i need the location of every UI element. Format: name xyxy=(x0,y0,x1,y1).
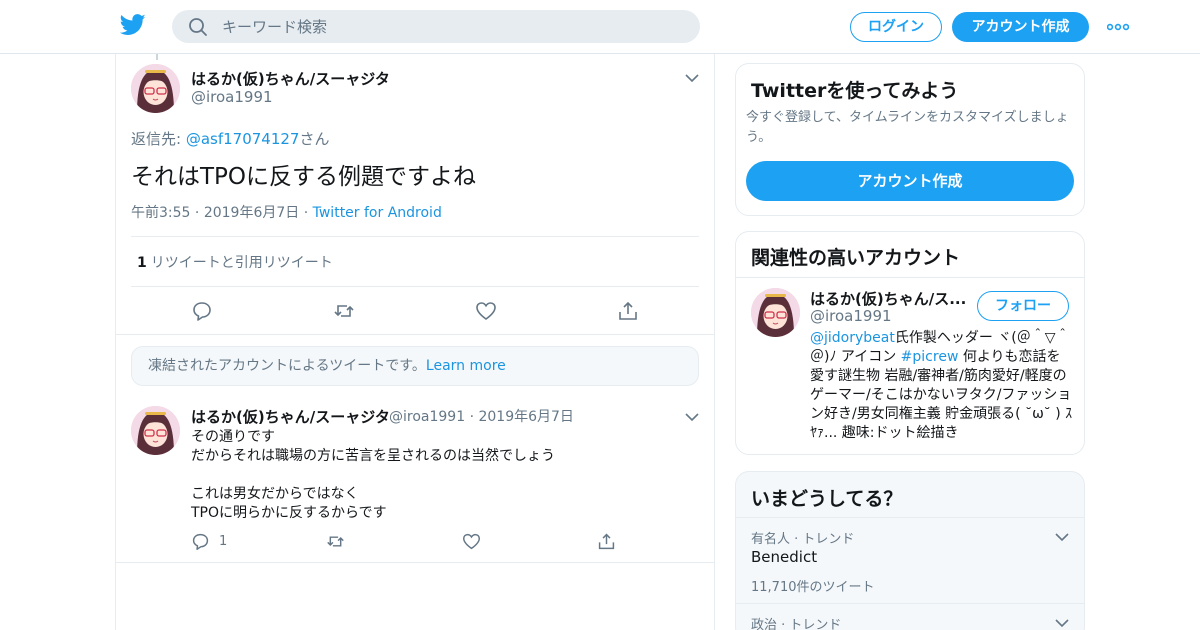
divider xyxy=(131,286,699,287)
reply-author-handle[interactable]: @iroa1991 · 2019年6月7日 xyxy=(389,406,574,426)
reply-to-suffix: さん xyxy=(299,130,330,148)
tweet-author-handle[interactable]: @iroa1991 xyxy=(191,88,273,106)
thread-connector-line xyxy=(156,54,158,60)
top-navigation-bar: ログイン アカウント作成 xyxy=(0,0,1200,54)
reply-icon[interactable] xyxy=(191,300,213,322)
divider xyxy=(736,277,1084,278)
tweet-time[interactable]: 午前3:55 xyxy=(131,205,190,221)
twitter-bird-icon[interactable] xyxy=(120,13,146,37)
like-heart-icon[interactable] xyxy=(462,532,481,551)
avatar[interactable] xyxy=(751,288,800,337)
learn-more-link[interactable]: Learn more xyxy=(426,358,506,374)
tweet-metadata: 午前3:55 · 2019年6月7日 · Twitter for Android xyxy=(131,205,442,221)
avatar-image xyxy=(131,406,180,455)
search-bar xyxy=(172,10,700,43)
tweet-author-name[interactable]: はるか(仮)ちゃん/スーャジタ xyxy=(191,68,390,89)
tweet-date[interactable]: 2019年6月7日 xyxy=(204,205,299,221)
divider xyxy=(736,517,1084,518)
retweet-stats-label: リツイートと引用リツイート xyxy=(150,255,333,271)
signup-button[interactable]: アカウント作成 xyxy=(952,12,1089,42)
more-dots-icon[interactable] xyxy=(1107,22,1129,32)
signup-card-button[interactable]: アカウント作成 xyxy=(746,161,1074,201)
bio-hashtag-link[interactable]: #picrew xyxy=(901,349,959,365)
reply-icon[interactable] xyxy=(191,532,210,551)
reply-count: 1 xyxy=(219,534,228,549)
chevron-down-icon[interactable] xyxy=(1054,618,1070,628)
trend-category: 有名人 · トレンド xyxy=(751,532,855,547)
retweet-stats[interactable]: 1 リツイートと引用リツイート xyxy=(137,252,333,272)
chevron-down-icon[interactable] xyxy=(684,412,700,422)
share-icon[interactable] xyxy=(597,532,616,551)
section-divider xyxy=(116,334,714,335)
trend-name[interactable]: Benedict xyxy=(751,548,817,566)
trend-category: 政治 · トレンド xyxy=(751,618,842,630)
reply-author-name[interactable]: はるか(仮)ちゃん/スーャジタ xyxy=(191,406,390,427)
tweet-text: それはTPOに反する例題ですよね xyxy=(131,164,477,190)
related-card-title: 関連性の高いアカウント xyxy=(751,247,961,269)
signup-card: Twitterを使ってみよう 今すぐ登録して、タイムラインをカスタマイズしましょ… xyxy=(735,63,1085,216)
share-icon[interactable] xyxy=(617,300,639,322)
reply-tweet-text: その通りです だからそれは職場の方に苦言を呈されるのは当然でしょう これは男女だ… xyxy=(191,429,555,521)
retweet-icon[interactable] xyxy=(326,532,345,551)
divider xyxy=(736,603,1084,604)
divider xyxy=(131,236,699,237)
avatar[interactable] xyxy=(131,64,180,113)
trends-card: いまどうしてる？ 有名人 · トレンド Benedict 11,710件のツイー… xyxy=(735,471,1085,630)
reply-to-line: 返信先: @asf17074127さん xyxy=(131,128,329,149)
login-button[interactable]: ログイン xyxy=(850,12,942,42)
trends-card-title: いまどうしてる？ xyxy=(751,488,903,510)
bio-mention-link[interactable]: @jidorybeat xyxy=(810,330,895,346)
tweet-column: はるか(仮)ちゃん/スーャジタ @iroa1991 返信先: @asf17074… xyxy=(115,54,715,630)
reply-handle-text: @iroa1991 xyxy=(389,409,466,425)
chevron-down-icon[interactable] xyxy=(684,73,700,83)
related-account-handle[interactable]: @iroa1991 xyxy=(810,307,892,325)
retweet-icon[interactable] xyxy=(333,300,355,322)
reply-date[interactable]: 2019年6月7日 xyxy=(478,409,573,425)
section-divider xyxy=(116,562,714,563)
follow-button[interactable]: フォロー xyxy=(977,291,1069,321)
search-icon xyxy=(189,18,207,36)
retweet-count: 1 xyxy=(137,255,147,271)
related-accounts-card: 関連性の高いアカウント はるか(仮)ちゃん/ス... @iroa1991 フォロ… xyxy=(735,231,1085,455)
avatar-image xyxy=(751,288,800,337)
notice-text: 凍結されたアカウントによるツイートです。 xyxy=(148,358,426,374)
avatar[interactable] xyxy=(131,406,180,455)
related-account-name[interactable]: はるか(仮)ちゃん/ス... xyxy=(810,288,966,309)
reply-to-prefix: 返信先: xyxy=(131,130,186,148)
like-heart-icon[interactable] xyxy=(475,300,497,322)
avatar-image xyxy=(131,64,180,113)
chevron-down-icon[interactable] xyxy=(1054,532,1070,542)
suspended-account-notice: 凍結されたアカウントによるツイートです。Learn more xyxy=(131,346,699,386)
tweet-source-link[interactable]: Twitter for Android xyxy=(313,205,442,221)
related-account-bio: @jidorybeat氏作製ヘッダー ヾ(＠＾▽＾＠)ﾉ アイコン #picre… xyxy=(810,329,1074,443)
reply-mention-link[interactable]: @asf17074127 xyxy=(186,130,300,148)
trend-tweet-count: 11,710件のツイート xyxy=(751,580,875,595)
signup-card-title: Twitterを使ってみよう xyxy=(751,80,959,102)
signup-card-description: 今すぐ登録して、タイムラインをカスタマイズしましょう。 xyxy=(746,110,1069,145)
search-input[interactable] xyxy=(222,10,682,43)
